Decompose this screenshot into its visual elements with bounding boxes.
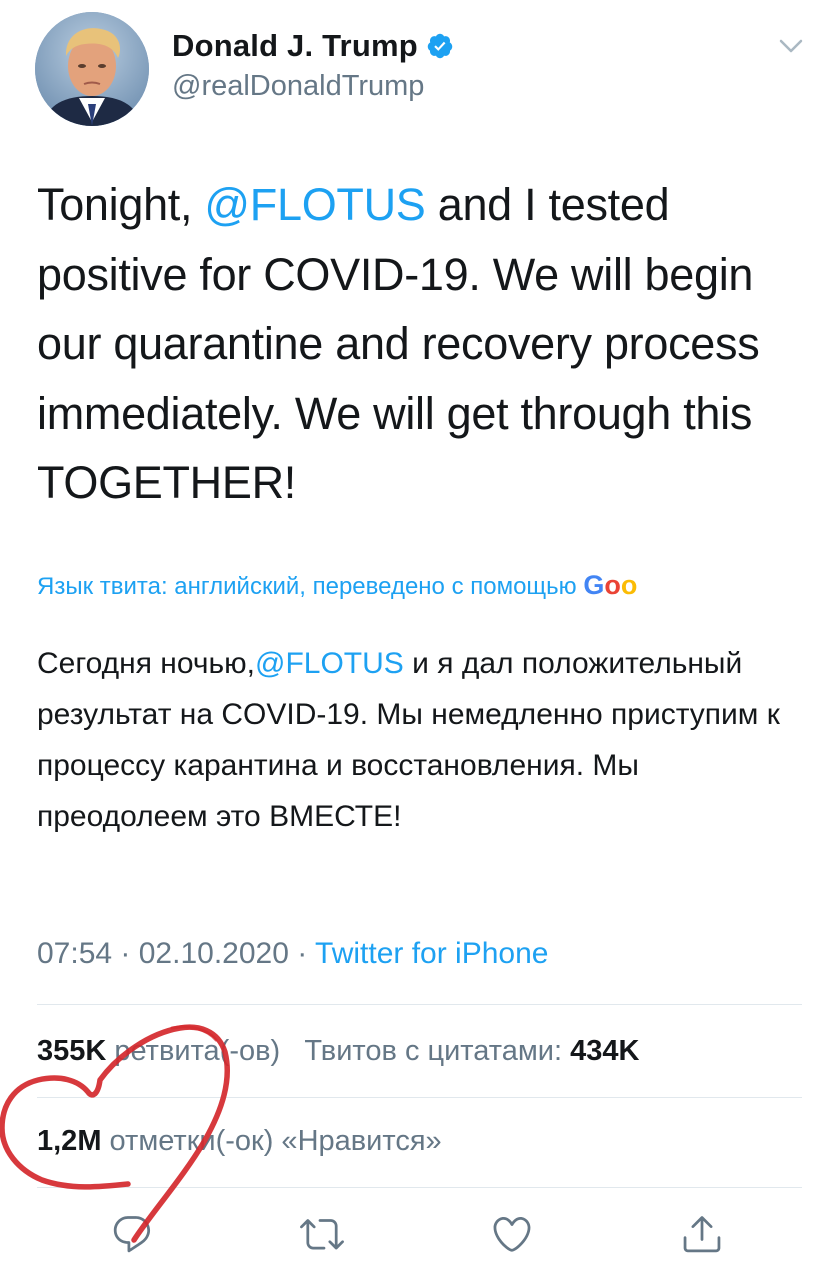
google-logo: Goo	[583, 570, 638, 600]
likes-stats-row[interactable]: 1,2M отметки(-ок) «Нравится»	[37, 1125, 442, 1158]
meta-separator: ·	[112, 937, 139, 970]
author-display-name[interactable]: Donald J. Trump	[172, 28, 418, 64]
heart-icon[interactable]	[490, 1212, 534, 1256]
chevron-down-icon[interactable]	[776, 34, 806, 58]
share-icon[interactable]	[680, 1212, 724, 1256]
reply-icon[interactable]	[110, 1212, 154, 1256]
mention-link[interactable]: @FLOTUS	[204, 179, 425, 230]
likes-label: отметки(-ок) «Нравится»	[109, 1125, 442, 1157]
translation-note-text: Язык твита: английский, переведено с пом…	[37, 573, 584, 600]
divider	[37, 1097, 802, 1098]
retweets-label: ретвита(-ов)	[114, 1035, 281, 1067]
avatar[interactable]	[35, 12, 149, 126]
retweet-icon[interactable]	[300, 1212, 344, 1256]
quotes-count: 434K	[570, 1035, 640, 1067]
author-name-row[interactable]: Donald J. Trump	[172, 28, 454, 64]
retweet-stats-row[interactable]: 355K ретвита(-ов) Твитов с цитатами: 434…	[37, 1035, 639, 1068]
tweet-time: 07:54	[37, 937, 113, 970]
translated-text: Сегодня ночью,@FLOTUS и я дал положитель…	[37, 638, 807, 842]
tweet-action-bar	[0, 1212, 838, 1262]
translated-text-part: Сегодня ночью,	[37, 647, 255, 680]
likes-count: 1,2M	[37, 1125, 102, 1157]
meta-separator: ·	[288, 937, 316, 970]
quotes-label: Твитов с цитатами:	[304, 1035, 563, 1067]
translation-note[interactable]: Язык твита: английский, переведено с пом…	[37, 570, 800, 601]
verified-badge-icon	[426, 32, 454, 60]
divider	[37, 1004, 802, 1005]
tweet-text: Tonight, @FLOTUS and I tested positive f…	[37, 170, 817, 518]
tweet-date: 02.10.2020	[138, 937, 289, 970]
tweet-source-link[interactable]: Twitter for iPhone	[315, 937, 548, 970]
tweet-meta: 07:54 · 02.10.2020 · Twitter for iPhone	[37, 937, 548, 971]
author-handle[interactable]: @realDonaldTrump	[172, 70, 424, 103]
divider	[37, 1187, 802, 1188]
translated-mention-link[interactable]: @FLOTUS	[255, 647, 404, 680]
tweet-text-part: Tonight,	[37, 179, 205, 230]
retweets-count: 355K	[37, 1035, 107, 1067]
